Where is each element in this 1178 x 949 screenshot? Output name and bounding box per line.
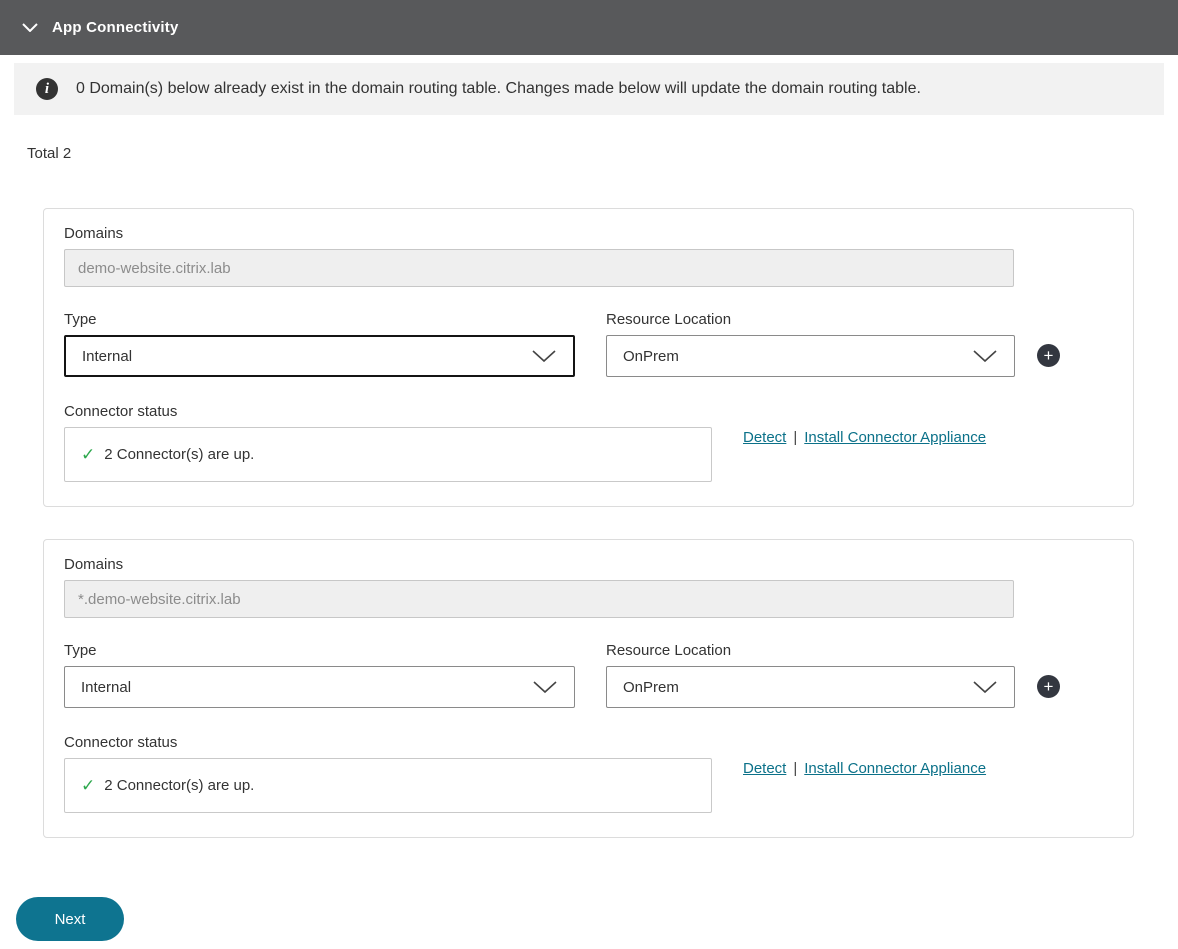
type-select-value: Internal — [82, 347, 133, 365]
check-icon: ✓ — [81, 775, 96, 795]
connector-status-text: 2 Connector(s) are up. — [104, 446, 255, 463]
connector-status-label: Connector status — [64, 734, 178, 751]
domains-label: Domains — [64, 225, 124, 242]
resource-location-label: Resource Location — [606, 311, 732, 328]
detect-link[interactable]: Detect — [743, 429, 786, 446]
connector-status-label: Connector status — [64, 403, 178, 420]
section-title: App Connectivity — [52, 19, 179, 36]
domain-card: Domains Type Internal Resource Location … — [43, 539, 1134, 838]
type-label: Type — [64, 311, 97, 328]
check-icon: ✓ — [81, 444, 96, 464]
info-icon: i — [36, 78, 58, 100]
install-connector-appliance-link[interactable]: Install Connector Appliance — [804, 429, 986, 446]
resource-location-value: OnPrem — [623, 678, 679, 696]
domain-input — [64, 249, 1014, 287]
connector-links: Detect | Install Connector Appliance — [743, 427, 986, 446]
connector-status-box: ✓ 2 Connector(s) are up. — [64, 758, 712, 813]
install-connector-appliance-link[interactable]: Install Connector Appliance — [804, 760, 986, 777]
add-row-button[interactable]: + — [1037, 344, 1060, 367]
chevron-down-icon — [973, 681, 997, 694]
detect-link[interactable]: Detect — [743, 760, 786, 777]
resource-location-label: Resource Location — [606, 642, 732, 659]
type-select[interactable]: Internal — [64, 666, 575, 708]
chevron-down-icon — [973, 350, 997, 363]
resource-location-value: OnPrem — [623, 347, 679, 365]
next-button[interactable]: Next — [16, 897, 124, 941]
info-banner-text: 0 Domain(s) below already exist in the d… — [76, 80, 921, 97]
domain-input — [64, 580, 1014, 618]
total-count: Total 2 — [27, 145, 72, 162]
connector-links: Detect | Install Connector Appliance — [743, 758, 986, 777]
resource-location-select[interactable]: OnPrem — [606, 666, 1015, 708]
chevron-down-icon — [532, 350, 556, 363]
domains-label: Domains — [64, 556, 124, 573]
add-row-button[interactable]: + — [1037, 675, 1060, 698]
info-banner: i 0 Domain(s) below already exist in the… — [14, 63, 1164, 115]
type-select-value: Internal — [81, 678, 132, 696]
link-separator: | — [793, 760, 798, 777]
chevron-down-icon — [533, 681, 557, 694]
type-select[interactable]: Internal — [64, 335, 575, 377]
link-separator: | — [793, 429, 798, 446]
section-header: App Connectivity — [0, 0, 1178, 55]
connector-status-box: ✓ 2 Connector(s) are up. — [64, 427, 712, 482]
domain-card: Domains Type Internal Resource Location … — [43, 208, 1134, 507]
connector-status-text: 2 Connector(s) are up. — [104, 777, 255, 794]
resource-location-select[interactable]: OnPrem — [606, 335, 1015, 377]
type-label: Type — [64, 642, 97, 659]
collapse-chevron-icon[interactable] — [16, 14, 44, 42]
